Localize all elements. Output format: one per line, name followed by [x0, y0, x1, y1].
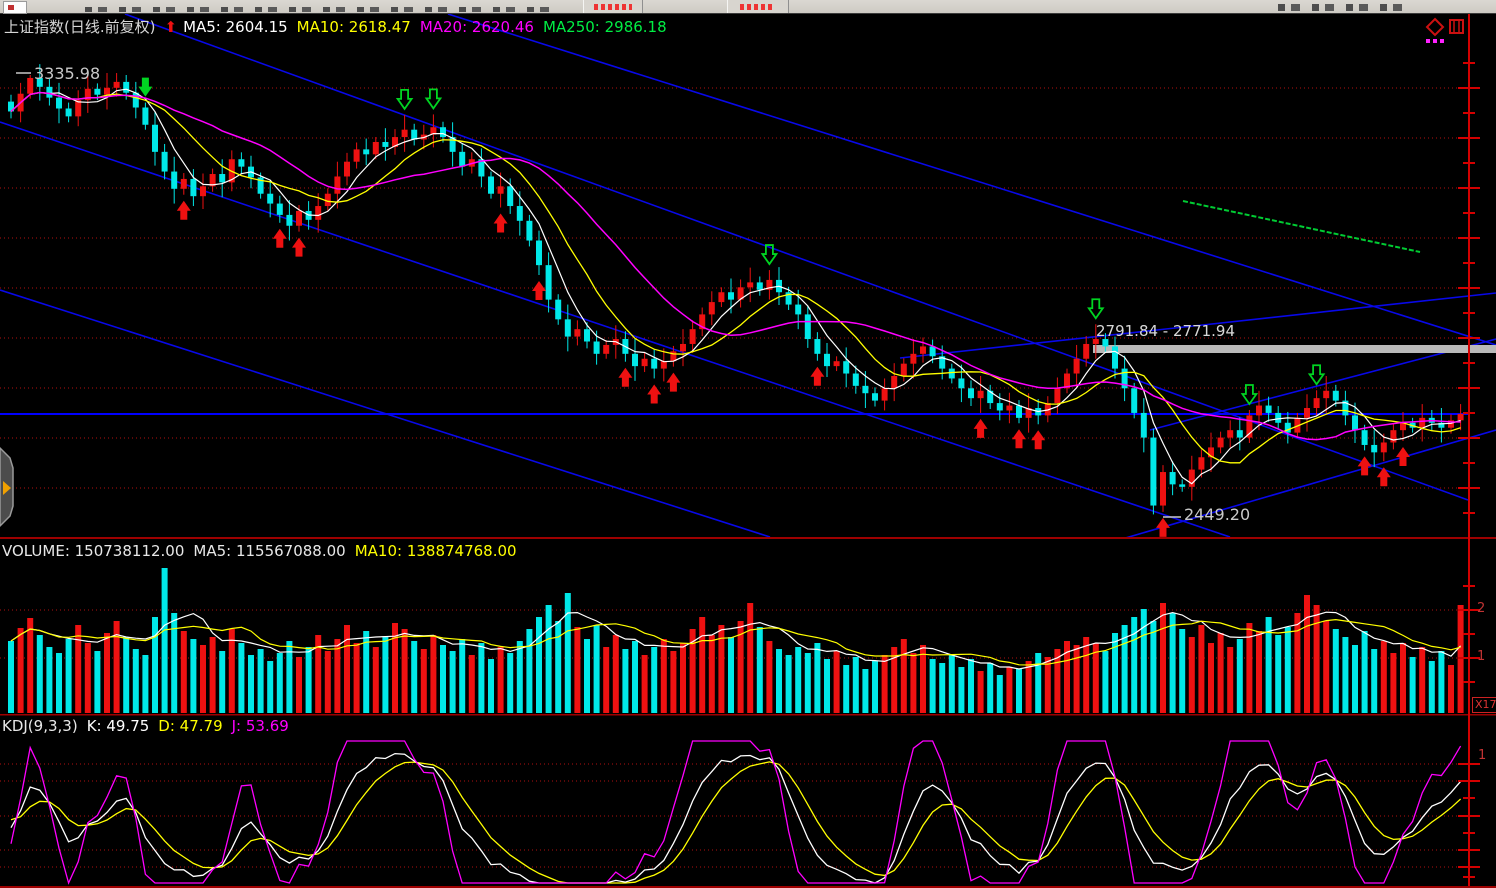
peak-price-label: 3335.98: [34, 64, 100, 83]
chart-canvas[interactable]: [0, 0, 1496, 888]
gap-range-label: 2791.84 - 2771.94: [1096, 322, 1235, 340]
volume-pane-header: VOLUME: 150738112.00 MA5: 115567088.00 MA1…: [2, 543, 526, 560]
signal-arrows: [138, 78, 1410, 537]
kdj-lines: [11, 741, 1461, 883]
volume-ma10-value: MA10: 138874768.00: [355, 542, 517, 560]
main-pane-header: 上证指数(日线.前复权) ⬆ MA5: 2604.15 MA10: 2618.47 MA…: [4, 19, 676, 36]
sell-arrow-icon: [398, 90, 412, 109]
kdj-k-value: K: 49.75: [87, 717, 150, 735]
sell-arrow-icon: [1310, 365, 1324, 384]
sidebar-expand-handle[interactable]: [0, 448, 13, 526]
volume-ma-lines: [11, 612, 1461, 669]
up-arrow-icon: ⬆: [164, 18, 177, 36]
buy-arrow-icon: [810, 367, 824, 386]
trading-terminal-window: 上证指数(日线.前复权) ⬆ MA5: 2604.15 MA10: 2618.47 MA…: [0, 0, 1496, 888]
ma20-value: MA20: 2620.46: [420, 18, 534, 36]
volume-axis-upper: 2: [1477, 601, 1485, 616]
ma10-value: MA10: 2618.47: [297, 18, 411, 36]
ma-lines: [11, 89, 1461, 484]
kdj-title: KDJ(9,3,3): [2, 717, 78, 735]
kdj-pane-header: KDJ(9,3,3) K: 49.75 D: 47.79 J: 53.69: [2, 718, 298, 735]
kdj-d-value: D: 47.79: [158, 717, 222, 735]
kdj-j-value: J: 53.69: [232, 717, 289, 735]
symbol-title: 上证指数(日线.前复权): [4, 18, 155, 36]
ma5-line: [11, 89, 1461, 484]
ma250-value: MA250: 2986.18: [543, 18, 667, 36]
ma10-line: [11, 93, 1461, 463]
volume-title: VOLUME: 150738112.00: [2, 542, 184, 560]
ma5-value: MA5: 2604.15: [183, 18, 288, 36]
ma250-line: [1183, 201, 1420, 252]
buy-arrow-icon: [666, 373, 680, 392]
grid-lines: [0, 88, 1468, 867]
buy-arrow-icon: [1358, 456, 1372, 475]
diamond-icon[interactable]: [1427, 19, 1443, 35]
sell-arrow-icon: [426, 89, 440, 108]
volume-ma5-line: [11, 612, 1461, 669]
grid-icon[interactable]: [1450, 20, 1463, 33]
price-axis[interactable]: [1458, 14, 1480, 886]
buy-arrow-icon: [974, 419, 988, 438]
sell-arrow-icon: [1089, 299, 1103, 318]
buy-arrow-icon: [494, 214, 508, 233]
corner-icons: [1426, 19, 1463, 43]
ellipsis-marks: [1426, 39, 1430, 43]
sell-arrow-icon: [138, 78, 152, 97]
ellipsis-marks: [1440, 39, 1444, 43]
buy-arrow-icon: [177, 201, 191, 220]
buy-arrow-icon: [1031, 430, 1045, 449]
volume-unit-box: X17: [1472, 697, 1496, 713]
buy-arrow-icon: [647, 384, 661, 403]
buy-arrow-icon: [1377, 467, 1391, 486]
volume-ma5-value: MA5: 115567088.00: [193, 542, 345, 560]
buy-arrow-icon: [273, 229, 287, 248]
ellipsis-marks: [1433, 39, 1437, 43]
buy-arrow-icon: [1396, 447, 1410, 466]
low-price-label: 2449.20: [1184, 505, 1250, 524]
kdj-d-line: [11, 762, 1461, 883]
kdj-j-line: [11, 741, 1461, 883]
buy-arrow-icon: [292, 238, 306, 257]
buy-arrow-icon: [1012, 429, 1026, 448]
buy-arrow-icon: [1156, 518, 1170, 537]
volume-axis-lower: 1: [1477, 649, 1485, 664]
buy-arrow-icon: [532, 281, 546, 300]
kdj-axis-label: 1: [1478, 748, 1486, 763]
buy-arrow-icon: [618, 368, 632, 387]
